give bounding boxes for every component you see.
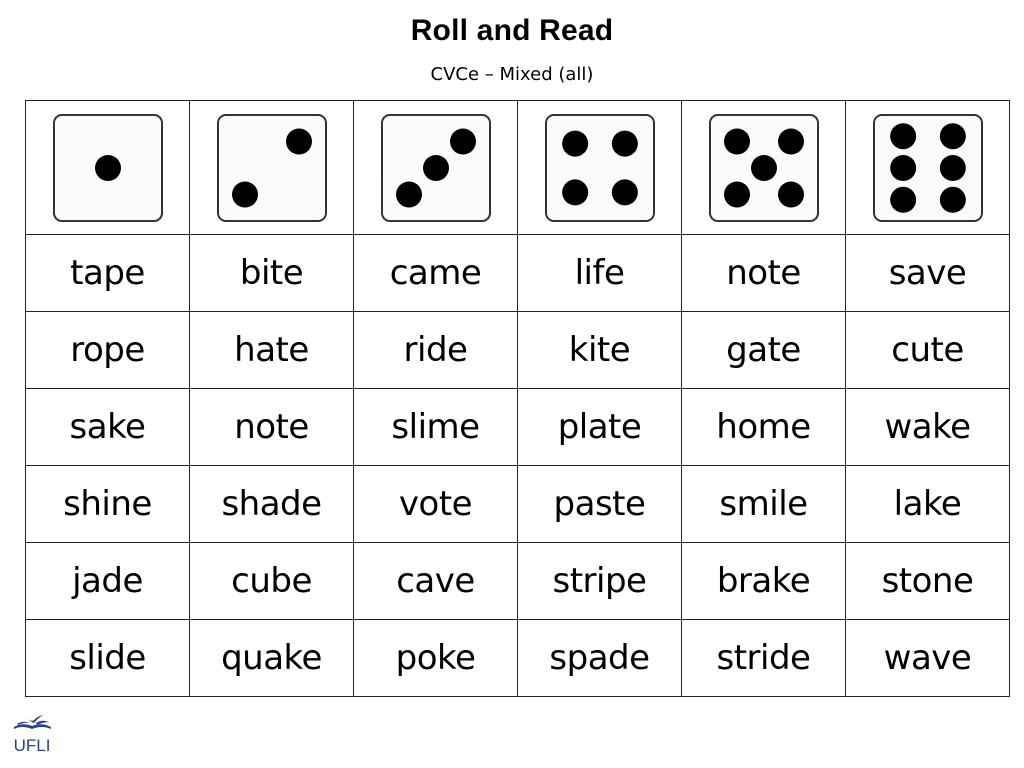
die-pip (395, 181, 422, 207)
die-pip (422, 154, 449, 181)
word-cell: came (353, 234, 518, 312)
word-cell: shine (25, 465, 190, 543)
word-cell: poke (353, 619, 518, 697)
word-cell: save (845, 234, 1010, 312)
word-cell: note (189, 388, 354, 466)
dice-cell (25, 100, 190, 235)
open-book-bird-icon (14, 715, 51, 729)
die-face-1-icon (52, 113, 163, 222)
word-cell: home (681, 388, 846, 466)
die-pip (231, 181, 258, 207)
die-face-3-icon (380, 113, 491, 222)
die-pip (939, 186, 966, 213)
word-cell: kite (517, 311, 682, 389)
die-pip (561, 130, 588, 157)
die-pip (94, 154, 121, 181)
die-pip (939, 154, 966, 181)
die-face-5-icon (708, 113, 819, 222)
word-row: tape bite came life note save (25, 234, 1010, 312)
dice-cell (681, 100, 846, 235)
word-cell: brake (681, 542, 846, 620)
word-cell: wake (845, 388, 1010, 466)
word-cell: lake (845, 465, 1010, 543)
die-pip (750, 154, 777, 181)
die-pip (723, 181, 750, 207)
word-cell: stone (845, 542, 1010, 620)
die-pip (777, 181, 804, 207)
dice-cell (517, 100, 682, 235)
dice-cell (353, 100, 518, 235)
word-row: shine shade vote paste smile lake (25, 465, 1010, 543)
die-face-6-icon (872, 113, 983, 222)
logo-text: UFLI (14, 736, 51, 755)
word-cell: spade (517, 619, 682, 697)
word-row: slide quake poke spade stride wave (25, 619, 1010, 697)
word-cell: quake (189, 619, 354, 697)
die-pip (611, 130, 638, 157)
die-pip (777, 128, 804, 154)
word-cell: cave (353, 542, 518, 620)
die-pip (561, 178, 588, 205)
die-pip (723, 128, 750, 154)
page-title: Roll and Read (410, 14, 614, 47)
word-cell: hate (189, 311, 354, 389)
word-cell: jade (25, 542, 190, 620)
word-cell: bite (189, 234, 354, 312)
die-pip (939, 122, 966, 149)
word-cell: cube (189, 542, 354, 620)
word-cell: life (517, 234, 682, 312)
word-cell: slime (353, 388, 518, 466)
word-row: sake note slime plate home wake (25, 388, 1010, 466)
die-pip (889, 122, 916, 149)
word-cell: note (681, 234, 846, 312)
word-cell: smile (681, 465, 846, 543)
die-face-4-icon (544, 113, 655, 222)
dice-cell (845, 100, 1010, 235)
word-cell: wave (845, 619, 1010, 697)
die-pip (449, 128, 476, 154)
page-subtitle: CVCe – Mixed (all) (430, 64, 594, 85)
word-cell: stride (681, 619, 846, 697)
word-cell: tape (25, 234, 190, 312)
ufli-logo: UFLI (14, 715, 51, 755)
word-row: jade cube cave stripe brake stone (25, 542, 1010, 620)
word-cell: rope (25, 311, 190, 389)
die-pip (611, 178, 638, 205)
die-pip (889, 154, 916, 181)
word-cell: stripe (517, 542, 682, 620)
word-cell: cute (845, 311, 1010, 389)
word-cell: plate (517, 388, 682, 466)
word-cell: ride (353, 311, 518, 389)
word-cell: shade (189, 465, 354, 543)
word-row: rope hate ride kite gate cute (25, 311, 1010, 389)
dice-cell (189, 100, 354, 235)
die-pip (285, 128, 312, 154)
die-face-2-icon (216, 113, 327, 222)
word-cell: gate (681, 311, 846, 389)
dice-row (25, 100, 1010, 235)
word-cell: paste (517, 465, 682, 543)
roll-and-read-grid: tape bite came life note save rope hate ride kite… (25, 100, 1010, 697)
word-cell: sake (25, 388, 190, 466)
word-cell: vote (353, 465, 518, 543)
die-pip (889, 186, 916, 213)
word-cell: slide (25, 619, 190, 697)
